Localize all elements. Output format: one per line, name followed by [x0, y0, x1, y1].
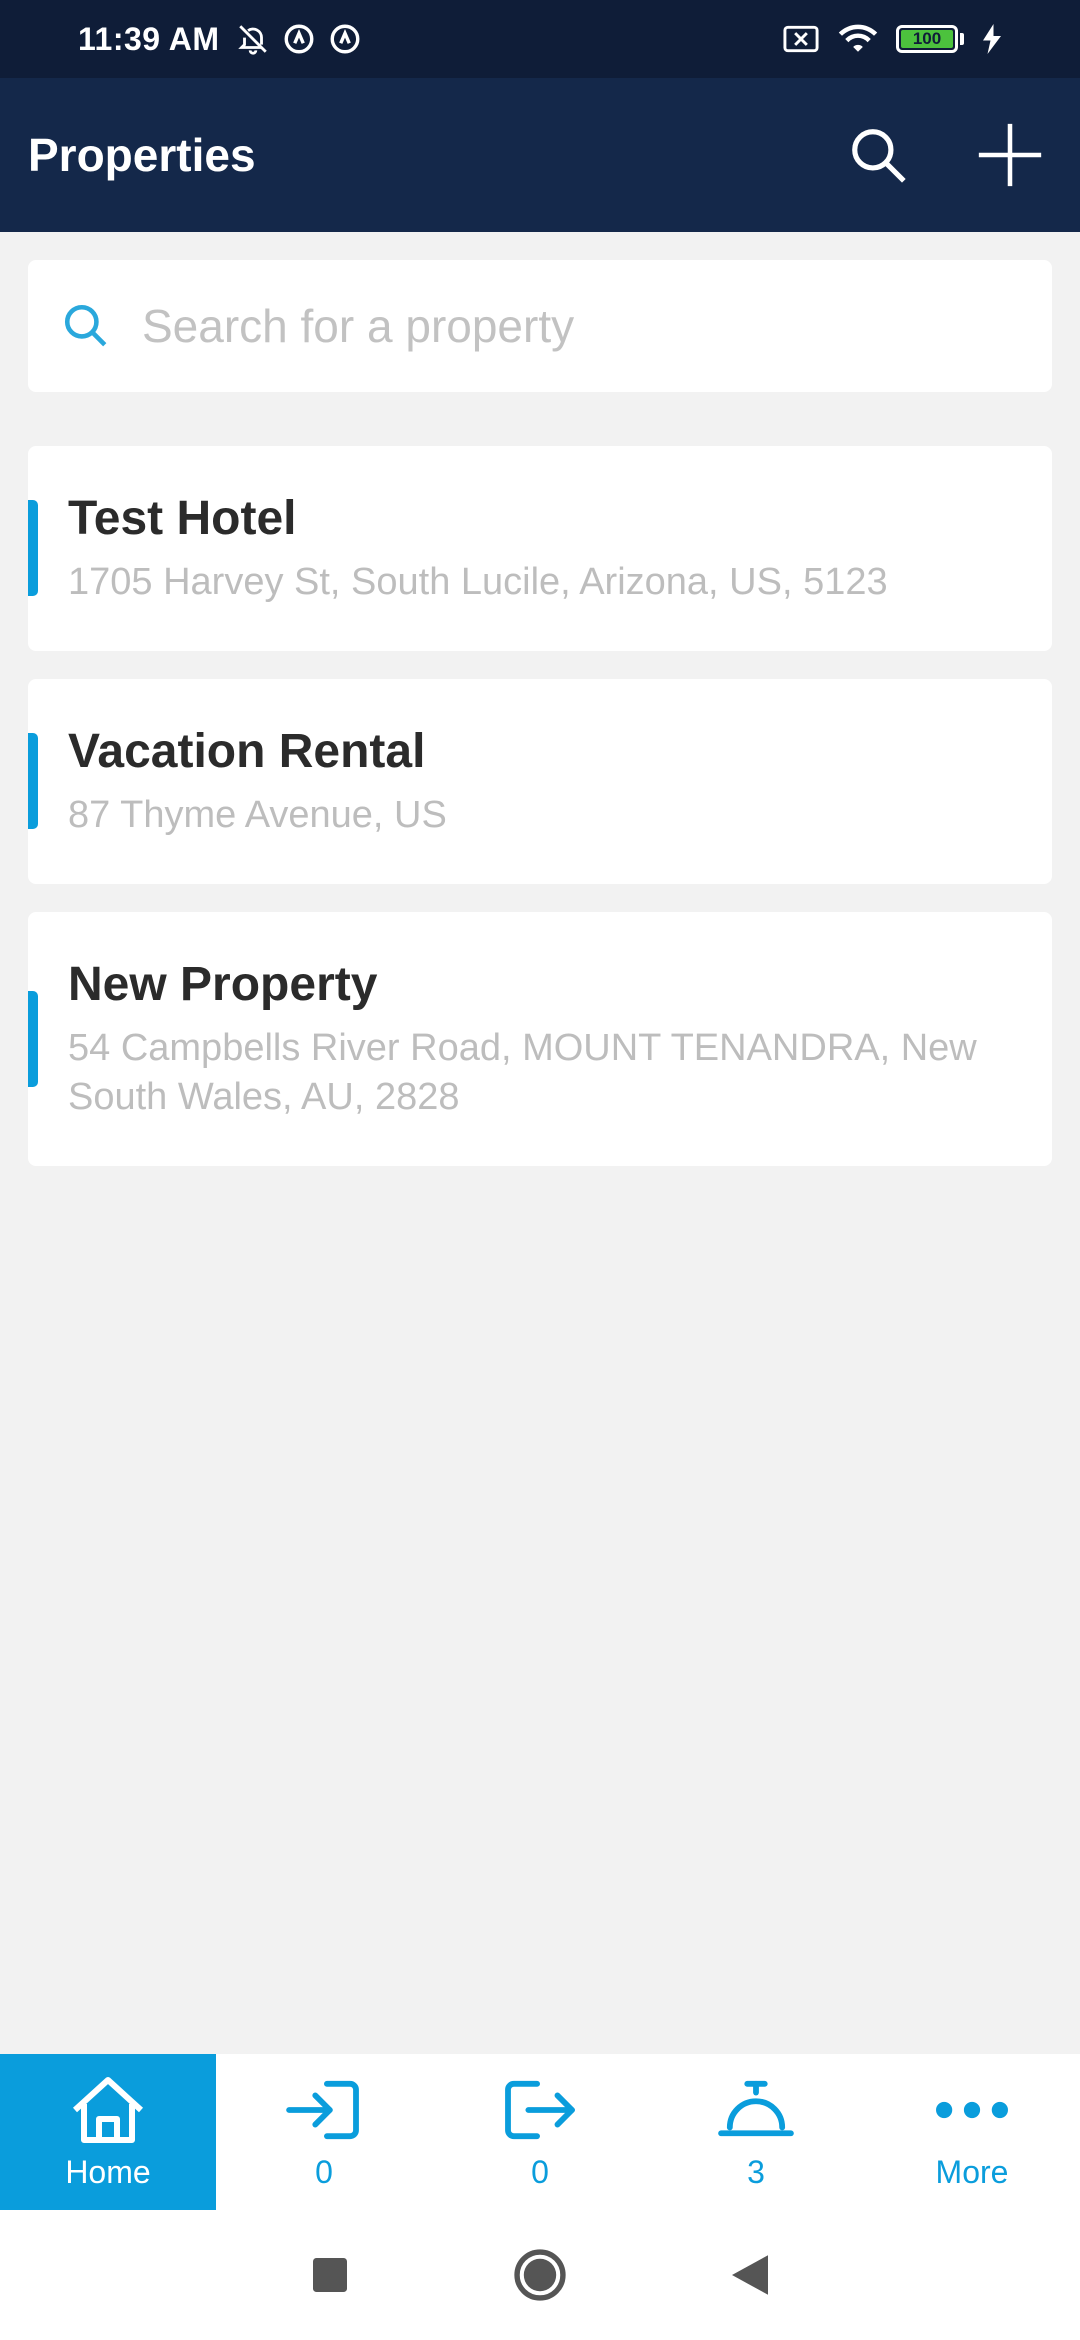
status-bar: 11:39 AM 100 [0, 0, 1080, 78]
bottom-navigation: Home 0 0 3 More [0, 2054, 1080, 2210]
charging-bolt-icon [983, 24, 1001, 54]
nav-check-outs[interactable]: 0 [432, 2054, 648, 2210]
battery-indicator: 100 [896, 25, 964, 53]
back-button[interactable] [720, 2245, 780, 2305]
nav-home[interactable]: Home [0, 2054, 216, 2210]
nav-home-label: Home [65, 2153, 151, 2190]
battery-level: 100 [901, 29, 953, 48]
nav-services[interactable]: 3 [648, 2054, 864, 2210]
status-right: 100 [782, 23, 1002, 55]
app-notification-icon [330, 24, 359, 54]
battery-tip [960, 33, 964, 45]
triangle-back-icon [732, 2255, 768, 2295]
property-name: Test Hotel [68, 492, 297, 545]
sim-error-icon [783, 25, 819, 53]
status-left: 11:39 AM [78, 21, 362, 58]
plus-icon [978, 123, 1042, 187]
status-notification-icons [236, 22, 362, 56]
more-dots-icon [932, 2074, 1012, 2146]
service-bell-icon [716, 2074, 796, 2146]
search-input[interactable] [142, 299, 1002, 353]
search-icon [852, 129, 906, 183]
property-card[interactable]: New Property 54 Campbells River Road, MO… [28, 911, 1052, 1167]
card-accent-bar [28, 991, 38, 1088]
property-name: New Property [68, 957, 378, 1011]
property-search-box[interactable] [28, 260, 1052, 392]
search-icon [58, 298, 114, 354]
property-card[interactable]: Vacation Rental 87 Thyme Avenue, US [28, 678, 1052, 884]
nav-check-ins[interactable]: 0 [216, 2054, 432, 2210]
card-accent-bar [28, 500, 38, 597]
app-notification-icon [284, 24, 313, 54]
page-title: Properties [28, 129, 256, 181]
recents-button[interactable] [300, 2245, 360, 2305]
app-bar: Properties [0, 78, 1080, 232]
nav-check-outs-count: 0 [531, 2153, 549, 2190]
nav-services-count: 3 [747, 2153, 765, 2190]
square-icon [313, 2258, 347, 2292]
check-out-icon [500, 2074, 580, 2146]
app-bar-actions [838, 115, 1050, 195]
status-time: 11:39 AM [78, 20, 220, 57]
property-card[interactable]: Test Hotel 1705 Harvey St, South Lucile,… [28, 446, 1052, 651]
battery-body: 100 [896, 25, 958, 53]
property-address: 1705 Harvey St, South Lucile, Arizona, U… [68, 560, 888, 603]
nav-check-ins-count: 0 [315, 2153, 333, 2190]
muted-bell-icon [237, 25, 267, 55]
system-navigation-bar [0, 2210, 1080, 2340]
property-list: Test Hotel 1705 Harvey St, South Lucile,… [28, 446, 1052, 1194]
circle-icon [514, 2249, 566, 2301]
card-accent-bar [28, 733, 38, 830]
home-icon [68, 2074, 148, 2146]
home-system-button[interactable] [510, 2245, 570, 2305]
search-button[interactable] [838, 115, 918, 195]
add-property-button[interactable] [970, 115, 1050, 195]
check-in-icon [284, 2074, 364, 2146]
property-name: Vacation Rental [68, 724, 426, 778]
property-address: 54 Campbells River Road, MOUNT TENANDRA,… [68, 1026, 977, 1118]
nav-more[interactable]: More [864, 2054, 1080, 2210]
property-address: 87 Thyme Avenue, US [68, 793, 447, 836]
wifi-icon [838, 24, 878, 52]
nav-more-label: More [935, 2153, 1009, 2190]
